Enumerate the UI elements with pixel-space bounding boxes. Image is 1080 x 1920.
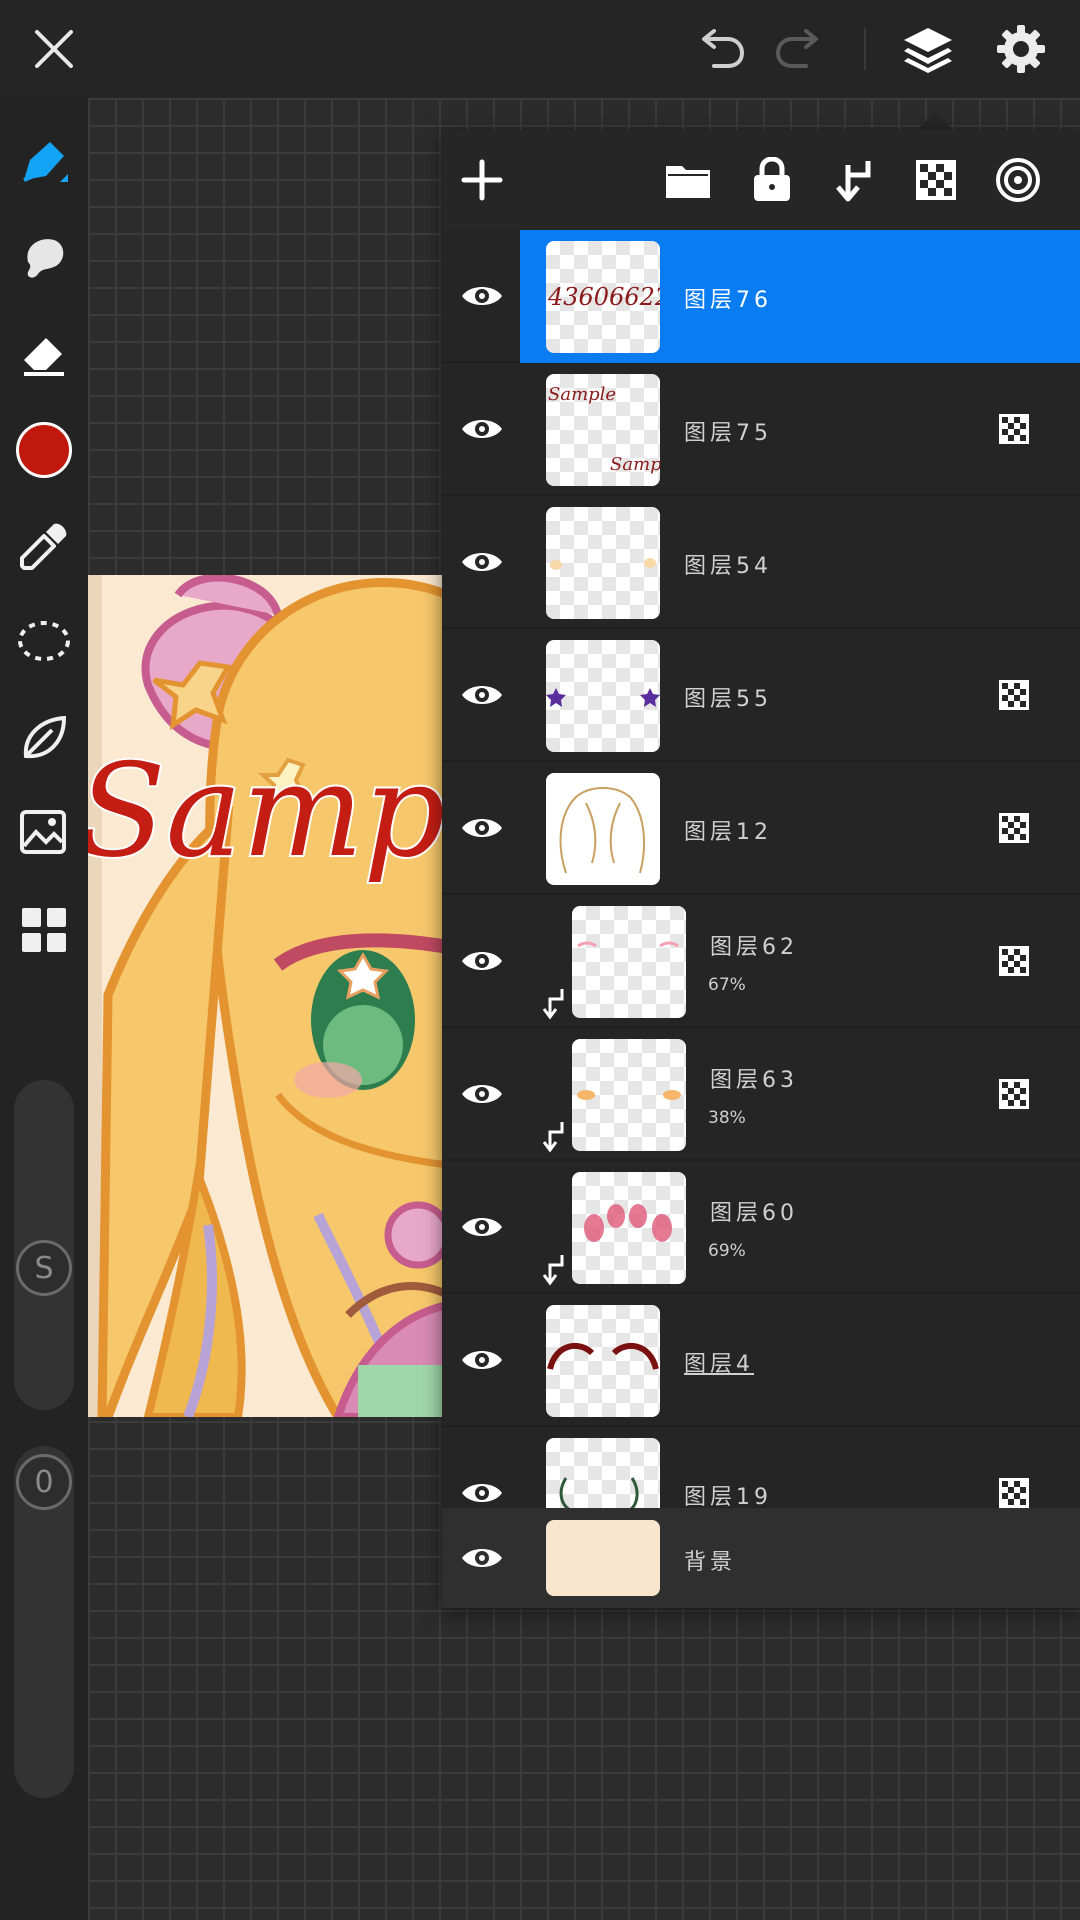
undo-icon[interactable] bbox=[690, 19, 750, 79]
alpha-lock-indicator-icon[interactable] bbox=[999, 1478, 1029, 1508]
alpha-lock-indicator-icon[interactable] bbox=[999, 1079, 1029, 1109]
lock-icon[interactable] bbox=[742, 150, 802, 210]
app-screen: Sample. S 0 4360662 图层76 Sample Sam 图层75… bbox=[0, 0, 1080, 1920]
alpha-lock-indicator-icon[interactable] bbox=[999, 680, 1029, 710]
eye-icon[interactable] bbox=[452, 266, 512, 326]
gear-icon[interactable] bbox=[991, 19, 1051, 79]
layers-panel: 436066226 图层76 Sample Sample 图层75 图层54 bbox=[442, 130, 1080, 1608]
grid-icon[interactable] bbox=[10, 896, 78, 964]
layer-thumbnail bbox=[546, 640, 660, 752]
layer-thumbnail bbox=[546, 507, 660, 619]
layer-name: 图层12 bbox=[684, 820, 772, 845]
eye-icon[interactable] bbox=[452, 665, 512, 725]
layer-row[interactable]: 图层19 bbox=[442, 1427, 1080, 1508]
layers-panel-toolbar bbox=[442, 130, 1080, 230]
toolbar-divider bbox=[864, 28, 866, 70]
layer-row[interactable]: 图层4 bbox=[442, 1294, 1080, 1427]
layer-list: 436066226 图层76 Sample Sample 图层75 图层54 bbox=[442, 230, 1080, 1508]
layer-thumb-text: 436066226 bbox=[547, 283, 660, 311]
layer-name: 图层63 bbox=[710, 1068, 798, 1093]
layer-name: 图层60 bbox=[710, 1201, 798, 1226]
alpha-lock-indicator-icon[interactable] bbox=[999, 946, 1029, 976]
clipping-mask-icon bbox=[542, 987, 568, 1021]
layer-name: 图层62 bbox=[710, 935, 798, 960]
clipping-mask-icon bbox=[542, 1120, 568, 1154]
layer-row[interactable]: 图层60 69% bbox=[442, 1161, 1080, 1294]
layer-name: 图层76 bbox=[684, 288, 772, 313]
brush-opacity-knob[interactable]: 0 bbox=[16, 1454, 72, 1510]
tool-sidebar: S 0 bbox=[0, 98, 88, 1920]
merge-down-icon[interactable] bbox=[824, 150, 884, 210]
brush-size-slider[interactable]: S bbox=[14, 1080, 74, 1410]
layer-thumbnail bbox=[546, 1438, 660, 1508]
color-swatch[interactable] bbox=[10, 416, 78, 484]
layer-name: 图层4 bbox=[684, 1352, 754, 1377]
layer-thumb-text: Sample bbox=[610, 454, 660, 475]
layer-name: 图层19 bbox=[684, 1485, 772, 1508]
eraser-icon[interactable] bbox=[10, 320, 78, 388]
eye-icon[interactable] bbox=[452, 1528, 512, 1588]
layer-row[interactable]: 图层55 bbox=[442, 629, 1080, 762]
add-icon[interactable] bbox=[452, 150, 512, 210]
layer-opacity: 69% bbox=[708, 1241, 746, 1261]
eye-icon[interactable] bbox=[452, 1463, 512, 1508]
layer-name: 图层54 bbox=[684, 554, 772, 579]
brush-opacity-slider[interactable]: 0 bbox=[14, 1446, 74, 1798]
redo-icon[interactable] bbox=[770, 19, 830, 79]
image-import-icon[interactable] bbox=[10, 800, 78, 868]
layer-row[interactable]: 图层63 38% bbox=[442, 1028, 1080, 1161]
layer-thumbnail bbox=[572, 1039, 686, 1151]
eye-icon[interactable] bbox=[452, 798, 512, 858]
panel-caret bbox=[915, 112, 955, 132]
lasso-icon[interactable] bbox=[10, 608, 78, 676]
alpha-lock-icon[interactable] bbox=[906, 150, 966, 210]
layer-thumbnail: 436066226 bbox=[546, 241, 660, 353]
leaf-icon[interactable] bbox=[10, 704, 78, 772]
layer-thumbnail bbox=[572, 906, 686, 1018]
eye-icon[interactable] bbox=[452, 931, 512, 991]
layer-row[interactable]: 图层12 bbox=[442, 762, 1080, 895]
smudge-icon[interactable] bbox=[10, 224, 78, 292]
brush-icon[interactable] bbox=[10, 128, 78, 196]
layer-name: 图层55 bbox=[684, 687, 772, 712]
clipping-mask-icon bbox=[542, 1253, 568, 1287]
target-icon[interactable] bbox=[988, 150, 1048, 210]
layer-row[interactable]: Sample Sample 图层75 bbox=[442, 363, 1080, 496]
alpha-lock-indicator-icon[interactable] bbox=[999, 813, 1029, 843]
background-layer-name: 背景 bbox=[684, 1550, 737, 1575]
eye-icon[interactable] bbox=[452, 1064, 512, 1124]
background-color-thumbnail[interactable] bbox=[546, 1520, 660, 1596]
layer-row[interactable]: 图层62 67% bbox=[442, 895, 1080, 1028]
background-layer-row[interactable]: 背景 bbox=[442, 1508, 1080, 1608]
eye-icon[interactable] bbox=[452, 532, 512, 592]
layer-opacity: 38% bbox=[708, 1108, 746, 1128]
layer-row[interactable]: 图层54 bbox=[442, 496, 1080, 629]
eyedropper-icon[interactable] bbox=[10, 512, 78, 580]
eye-icon[interactable] bbox=[452, 399, 512, 459]
layer-row[interactable]: 436066226 图层76 bbox=[442, 230, 1080, 363]
layers-icon[interactable] bbox=[898, 19, 958, 79]
eye-icon[interactable] bbox=[452, 1330, 512, 1390]
layer-thumbnail: Sample Sample bbox=[546, 374, 660, 486]
layer-opacity: 67% bbox=[708, 975, 746, 995]
layer-name: 图层75 bbox=[684, 421, 772, 446]
layer-thumbnail bbox=[546, 1305, 660, 1417]
close-icon[interactable] bbox=[24, 19, 84, 79]
brush-size-knob[interactable]: S bbox=[16, 1240, 72, 1296]
top-bar bbox=[0, 0, 1080, 98]
brush-color-swatch[interactable] bbox=[16, 422, 72, 478]
layer-thumb-text: Sample bbox=[548, 384, 616, 405]
layer-thumbnail bbox=[572, 1172, 686, 1284]
folder-icon[interactable] bbox=[658, 150, 718, 210]
alpha-lock-indicator-icon[interactable] bbox=[999, 414, 1029, 444]
eye-icon[interactable] bbox=[452, 1197, 512, 1257]
layer-thumbnail bbox=[546, 773, 660, 885]
